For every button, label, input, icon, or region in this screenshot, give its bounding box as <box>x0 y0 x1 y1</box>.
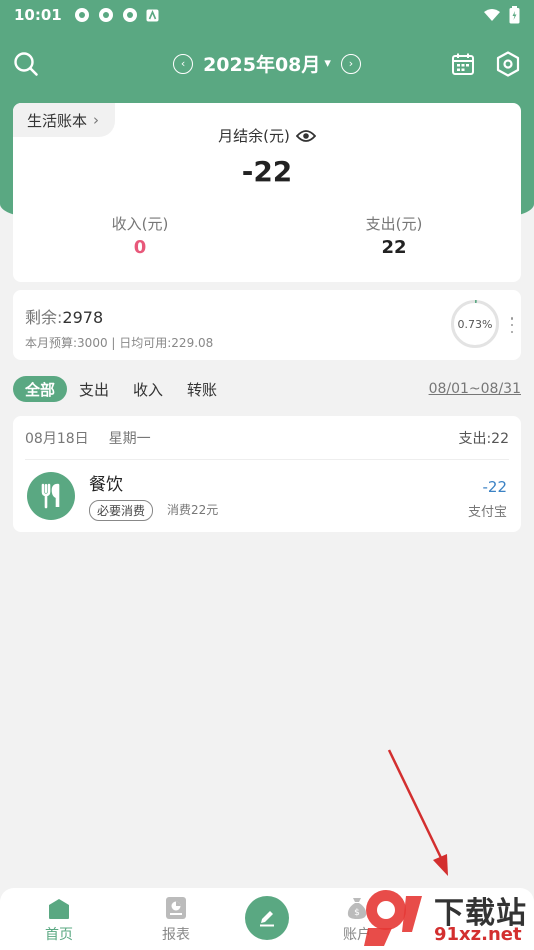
category-icon <box>27 472 75 520</box>
svg-text:$: $ <box>354 908 360 918</box>
record-day-total: 支出:22 <box>458 430 509 447</box>
record-date: 08月18日 <box>25 430 89 447</box>
expense-label: 支出(元) <box>365 215 423 233</box>
top-header: ‹ 2025年08月 ▾ › <box>0 44 534 84</box>
prev-month-button[interactable]: ‹ <box>173 53 194 74</box>
settings-button[interactable] <box>493 49 523 79</box>
fork-knife-icon <box>41 483 60 509</box>
remaining-label: 剩余: <box>25 308 63 327</box>
budget-remaining: 剩余:2978 <box>25 304 103 328</box>
budget-percent: 0.73% <box>457 317 493 331</box>
budget-card[interactable]: 剩余:2978 本月预算:3000 | 日均可用:229.08 0.73% <box>13 290 521 360</box>
record-note: 消费22元 <box>167 503 219 517</box>
watermark-url: 91xz.net <box>434 924 522 945</box>
calendar-icon <box>452 53 474 75</box>
tab-report-label: 报表 <box>162 927 190 943</box>
income-label: 收入(元) <box>111 215 169 233</box>
record-account: 支付宝 <box>467 505 507 520</box>
chevron-right-icon: › <box>348 57 354 70</box>
income-value: 0 <box>133 237 147 258</box>
tab-home[interactable]: 首页 <box>14 888 104 950</box>
balance-label: 月结余(元) <box>218 127 290 145</box>
chevron-left-icon: ‹ <box>180 57 186 70</box>
record-group-card: 08月18日 星期一 支出:22 餐饮 必要消费 消费22元 -22 支付宝 <box>13 416 521 532</box>
notification-icons <box>74 7 159 23</box>
status-bar: 10:01 <box>0 0 534 30</box>
budget-detail: 本月预算:3000 | 日均可用:229.08 <box>25 336 214 350</box>
more-options-icon[interactable] <box>509 317 515 333</box>
next-month-button[interactable]: › <box>340 53 361 74</box>
add-record-button[interactable] <box>245 896 289 940</box>
app-notification-icon <box>98 8 113 22</box>
monthly-summary-card: 生活账本 › 月结余(元) -22 收入(元) 0 支出(元) 22 <box>13 103 521 282</box>
record-weekday: 星期一 <box>108 430 151 447</box>
record-category: 餐饮 <box>89 475 123 495</box>
remaining-value: 2978 <box>62 308 104 327</box>
wifi-icon <box>484 9 500 21</box>
record-filter-bar: 全部 支出 收入 转账 08/01~08/31 <box>13 375 521 403</box>
expense-value: 22 <box>381 237 407 258</box>
home-icon <box>49 899 69 919</box>
status-time: 10:01 <box>14 6 62 24</box>
date-range[interactable]: 08/01~08/31 <box>429 381 521 397</box>
font-notification-icon <box>146 9 159 21</box>
balance-value: -22 <box>241 155 293 188</box>
record-tag: 必要消费 <box>89 500 154 521</box>
tab-report[interactable]: 报表 <box>131 888 221 950</box>
month-title[interactable]: 2025年08月 <box>203 50 320 77</box>
tab-home-label: 首页 <box>45 927 73 943</box>
calendar-button[interactable] <box>448 49 478 79</box>
app-notification-icon <box>74 8 89 22</box>
filter-all[interactable]: 全部 <box>13 376 68 402</box>
filter-transfer[interactable]: 转账 <box>175 376 229 402</box>
filter-expense[interactable]: 支出 <box>67 376 121 402</box>
battery-icon <box>509 6 520 24</box>
filter-income[interactable]: 收入 <box>121 376 175 402</box>
balance-label-row: 月结余(元) <box>13 125 521 146</box>
record-date-header: 08月18日 星期一 支出:22 <box>25 416 509 460</box>
settings-hexagon-icon <box>496 51 520 77</box>
pencil-icon <box>260 911 274 927</box>
report-icon <box>166 897 186 919</box>
record-amount: -22 <box>482 478 508 496</box>
eye-icon[interactable] <box>295 129 316 143</box>
app-notification-icon <box>122 8 137 22</box>
caret-down-icon[interactable]: ▾ <box>324 56 331 71</box>
